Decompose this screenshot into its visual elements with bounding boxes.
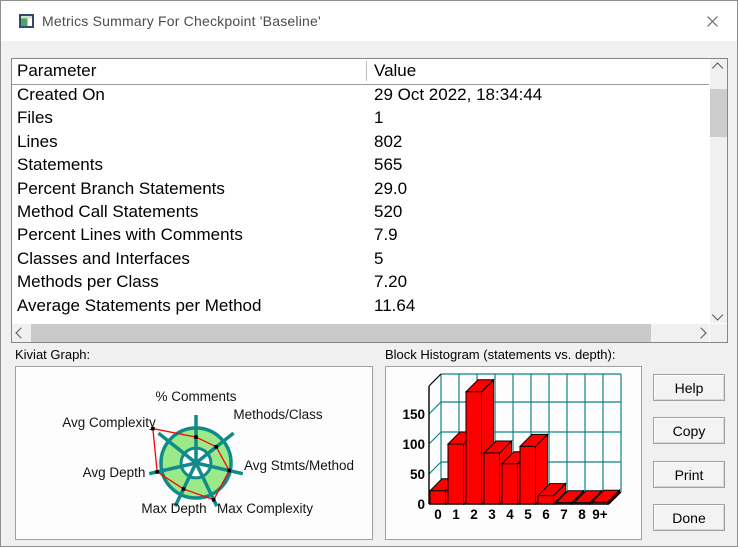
scroll-left-button[interactable] [12,324,29,342]
histogram-chart: 0501001500 1 2 3 4 5 6 7 8 9+ [402,373,622,522]
svg-text:9+: 9+ [592,507,608,522]
svg-text:6: 6 [542,507,550,522]
parameter-cell: Percent Branch Statements [17,178,225,198]
table-row[interactable]: Percent Branch Statements 29.0 [12,179,709,202]
parameter-cell: Statements [17,155,103,175]
table-row[interactable]: Methods per Class 7.20 [12,272,709,295]
table-header: Parameter Value [12,59,709,85]
column-header-value[interactable]: Value [374,61,416,81]
svg-text:Max Complexity: Max Complexity [217,501,313,516]
title-bar: Metrics Summary For Checkpoint 'Baseline… [1,1,737,41]
horizontal-scrollbar[interactable] [12,324,709,342]
svg-text:8: 8 [578,507,586,522]
svg-text:4: 4 [506,507,514,522]
parameter-cell: Created On [17,85,105,104]
svg-text:Avg Depth: Avg Depth [83,465,146,480]
close-icon [706,15,718,27]
svg-text:3: 3 [488,507,496,522]
svg-text:Max Depth: Max Depth [141,501,206,516]
done-button[interactable]: Done [653,504,725,531]
table-row[interactable]: Average Statements per Method 11.64 [12,296,709,319]
svg-text:Methods/Class: Methods/Class [233,407,323,422]
parameter-cell: Methods per Class [17,272,159,292]
kiviat-chart: % Comments Methods/Class Avg Stmts/Method M… [62,389,354,516]
value-cell: 29.0 [374,178,408,198]
svg-text:1: 1 [452,507,460,522]
scrollbar-corner [710,324,727,342]
close-button[interactable] [695,4,729,38]
svg-text:2: 2 [470,507,478,522]
svg-text:5: 5 [524,507,532,522]
metrics-table: Parameter Value Created On 29 Oct 2022, 1… [11,58,728,343]
table-row[interactable]: Statements 565 [12,155,709,178]
svg-text:Avg Complexity: Avg Complexity [62,415,156,430]
kiviat-graph-label: Kiviat Graph: [15,347,91,362]
app-icon [19,14,34,28]
svg-text:150: 150 [402,407,425,422]
table-row[interactable]: Method Call Statements 520 [12,202,709,225]
window-title: Metrics Summary For Checkpoint 'Baseline… [42,13,321,29]
svg-text:Avg Stmts/Method: Avg Stmts/Method [244,458,354,473]
table-body: Created On 29 Oct 2022, 18:34:44 Files 1 Lin… [12,85,709,323]
svg-text:% Comments: % Comments [155,389,236,404]
value-cell: 565 [374,155,403,175]
svg-text:7: 7 [560,507,568,522]
metrics-summary-dialog: Metrics Summary For Checkpoint 'Baseline… [0,0,738,547]
column-separator[interactable] [366,61,367,81]
table-row[interactable]: Classes and Interfaces 5 [12,249,709,272]
svg-text:0: 0 [417,497,425,512]
value-cell: 802 [374,131,403,151]
value-cell: 7.9 [374,225,398,245]
chevron-down-icon [711,308,723,321]
block-histogram-label: Block Histogram (statements vs. depth): [385,347,616,362]
value-cell: 5 [374,248,384,268]
table-row[interactable]: Created On 29 Oct 2022, 18:34:44 [12,85,709,108]
parameter-cell: Classes and Interfaces [17,248,190,268]
column-header-parameter[interactable]: Parameter [17,61,96,81]
vertical-scrollbar[interactable] [710,59,727,323]
copy-button[interactable]: Copy [653,417,725,444]
svg-text:50: 50 [410,467,425,482]
scroll-up-button[interactable] [710,59,727,76]
parameter-cell: Average Statements per Method [17,295,262,315]
svg-text:100: 100 [402,437,425,452]
parameter-cell: Files [17,108,53,128]
chevron-left-icon [14,327,27,339]
value-cell: 1 [374,108,384,128]
table-row[interactable]: Files 1 [12,108,709,131]
value-cell: 520 [374,201,403,221]
scroll-right-button[interactable] [692,324,709,342]
parameter-cell: Method Call Statements [17,201,199,221]
kiviat-graph-box: % Comments Methods/Class Avg Stmts/Method M… [15,366,373,540]
table-row[interactable]: Percent Lines with Comments 7.9 [12,225,709,248]
parameter-cell: Percent Lines with Comments [17,225,243,245]
table-row[interactable]: Lines 802 [12,132,709,155]
chevron-right-icon [694,327,707,339]
print-button[interactable]: Print [653,461,725,488]
scroll-down-button[interactable] [710,306,727,323]
value-cell: 11.64 [374,295,416,315]
vertical-scroll-thumb[interactable] [710,89,727,137]
value-cell: 7.20 [374,272,408,292]
parameter-cell: Lines [17,131,58,151]
help-button[interactable]: Help [653,374,725,401]
block-histogram-box: 0 50 100 150 0 1 2 3 4 5 6 7 8 9+ [385,366,642,540]
svg-text:0: 0 [434,507,442,522]
horizontal-scroll-thumb[interactable] [31,324,651,342]
chevron-up-icon [711,61,723,74]
value-cell: 29 Oct 2022, 18:34:44 [374,85,543,104]
